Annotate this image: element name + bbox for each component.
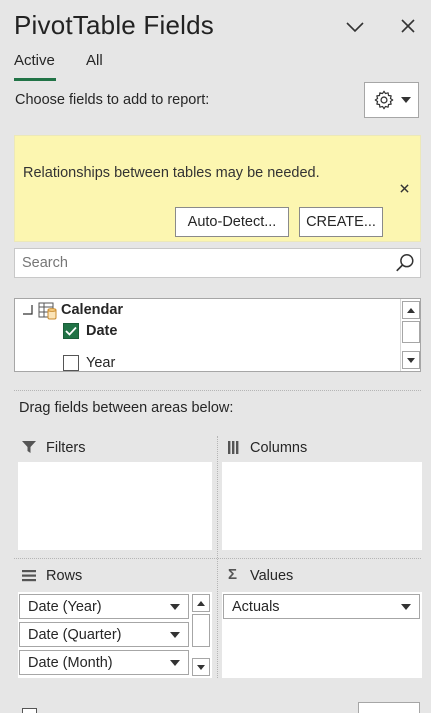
gear-icon	[374, 90, 393, 110]
caret-down-icon	[170, 660, 180, 666]
field-checkbox-year[interactable]	[63, 355, 79, 371]
field-list-scrollbar[interactable]	[400, 299, 420, 371]
close-icon[interactable]	[393, 11, 423, 41]
close-icon[interactable]	[396, 180, 412, 196]
table-icon	[38, 302, 57, 320]
search-input[interactable]	[15, 249, 385, 277]
caret-down-icon	[401, 604, 411, 610]
auto-detect-button[interactable]: Auto-Detect...	[175, 207, 289, 237]
drag-fields-label: Drag fields between areas below:	[19, 400, 234, 416]
rows-field-label: Date (Month)	[28, 654, 113, 671]
rows-scrollbar[interactable]	[191, 594, 211, 678]
update-button[interactable]	[358, 702, 420, 713]
values-label: Values	[250, 568, 294, 584]
columns-area[interactable]	[222, 462, 422, 550]
create-button[interactable]: CREATE...	[299, 207, 383, 237]
section-divider	[14, 390, 421, 391]
search-icon[interactable]	[394, 252, 416, 274]
rows-area[interactable]: Date (Year) Date (Quarter) Date (Month)	[18, 592, 212, 678]
filters-area[interactable]	[18, 462, 212, 550]
panel-title: PivotTable Fields	[14, 10, 214, 40]
notice-message: Relationships between tables may be need…	[23, 165, 320, 181]
tools-button[interactable]	[364, 82, 419, 118]
area-divider-horizontal	[14, 558, 421, 559]
filters-label: Filters	[46, 440, 86, 456]
chevron-down-icon[interactable]	[340, 12, 370, 42]
values-field-label: Actuals	[232, 598, 280, 615]
sigma-icon: Σ	[228, 566, 238, 583]
field-label-year[interactable]: Year	[86, 355, 115, 371]
checkmark-icon	[65, 326, 77, 336]
filter-icon	[22, 441, 36, 453]
scroll-up-button[interactable]	[192, 594, 210, 612]
rows-label: Rows	[46, 568, 83, 584]
scroll-down-button[interactable]	[402, 351, 420, 369]
defer-layout-checkbox[interactable]	[22, 708, 37, 713]
caret-down-icon	[170, 632, 180, 638]
caret-down-icon	[170, 604, 180, 610]
search-box	[14, 248, 421, 278]
rows-field-label: Date (Quarter)	[28, 626, 122, 643]
scroll-down-button[interactable]	[192, 658, 210, 676]
scroll-thumb[interactable]	[402, 321, 420, 343]
choose-fields-label: Choose fields to add to report:	[15, 92, 210, 108]
tab-all[interactable]: All	[84, 52, 105, 69]
values-field-actuals[interactable]: Actuals	[223, 594, 420, 619]
relationship-notice: Relationships between tables may be need…	[14, 135, 421, 242]
table-name: Calendar	[61, 302, 124, 318]
tree-collapse-icon[interactable]	[22, 304, 34, 316]
scroll-thumb[interactable]	[192, 614, 210, 647]
columns-icon	[228, 441, 239, 454]
caret-down-icon	[400, 97, 411, 103]
tab-active[interactable]: Active	[12, 52, 57, 69]
rows-field-date-year[interactable]: Date (Year)	[19, 594, 189, 619]
scroll-up-button[interactable]	[402, 301, 420, 319]
columns-label: Columns	[250, 440, 308, 456]
rows-icon	[22, 570, 36, 582]
active-tab-indicator	[14, 78, 56, 81]
field-label-date[interactable]: Date	[86, 323, 117, 339]
field-checkbox-date[interactable]	[63, 323, 79, 339]
values-area[interactable]: Actuals	[222, 592, 422, 678]
area-divider-vertical	[217, 436, 218, 678]
rows-field-date-quarter[interactable]: Date (Quarter)	[19, 622, 189, 647]
rows-field-date-month[interactable]: Date (Month)	[19, 650, 189, 675]
field-list: Calendar Date Year	[14, 298, 421, 372]
rows-field-label: Date (Year)	[28, 598, 102, 615]
